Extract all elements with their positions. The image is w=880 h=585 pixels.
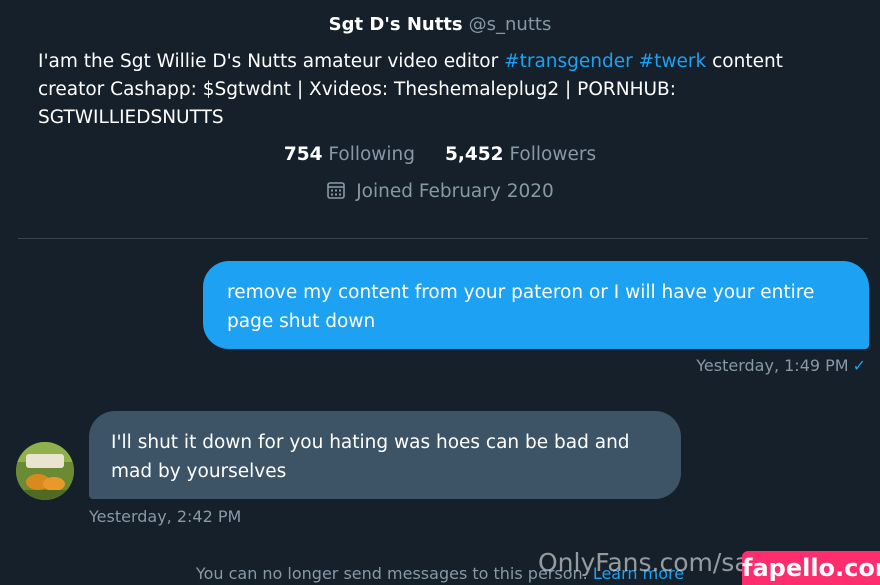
fapello-watermark: fapello.com <box>742 551 880 585</box>
followers-link[interactable]: 5,452 Followers <box>445 144 596 165</box>
message-timestamp: Yesterday, 1:49 PM <box>696 356 849 375</box>
message-timestamp: Yesterday, 2:42 PM <box>89 507 242 526</box>
profile-name-row: Sgt D's Nutts @s_nutts <box>0 14 880 35</box>
calendar-icon <box>326 180 346 200</box>
message-incoming-meta: Yesterday, 2:42 PM <box>89 507 241 526</box>
notice-text: You can no longer send messages to this … <box>195 564 593 583</box>
hashtag-transgender[interactable]: #transgender <box>504 51 633 72</box>
following-count: 754 <box>283 144 323 165</box>
message-outgoing-meta: Yesterday, 1:49 PM ✓ <box>696 356 866 375</box>
avatar[interactable] <box>16 442 74 500</box>
message-incoming[interactable]: I'll shut it down for you hating was hoe… <box>89 411 681 499</box>
message-outgoing[interactable]: remove my content from your pateron or I… <box>203 261 869 349</box>
joined-text: Joined February 2020 <box>356 181 554 202</box>
profile-name[interactable]: Sgt D's Nutts <box>329 14 463 35</box>
message-text: remove my content from your pateron or I… <box>227 282 815 332</box>
hashtag-twerk[interactable]: #twerk <box>639 51 707 72</box>
profile-bio: I'am the Sgt Willie D's Nutts amateur vi… <box>38 48 848 132</box>
profile-handle[interactable]: @s_nutts <box>469 14 552 35</box>
followers-count: 5,452 <box>445 144 504 165</box>
divider <box>18 238 868 239</box>
followers-label: Followers <box>509 144 597 165</box>
following-label: Following <box>328 144 416 165</box>
profile-stats: 754 Following 5,452 Followers <box>0 144 880 165</box>
joined-date: Joined February 2020 <box>0 180 880 202</box>
message-text: I'll shut it down for you hating was hoe… <box>111 432 630 482</box>
following-link[interactable]: 754 Following <box>284 144 415 165</box>
checkmark-icon: ✓ <box>852 356 866 375</box>
bio-text-1: I'am the Sgt Willie D's Nutts amateur vi… <box>38 51 505 72</box>
